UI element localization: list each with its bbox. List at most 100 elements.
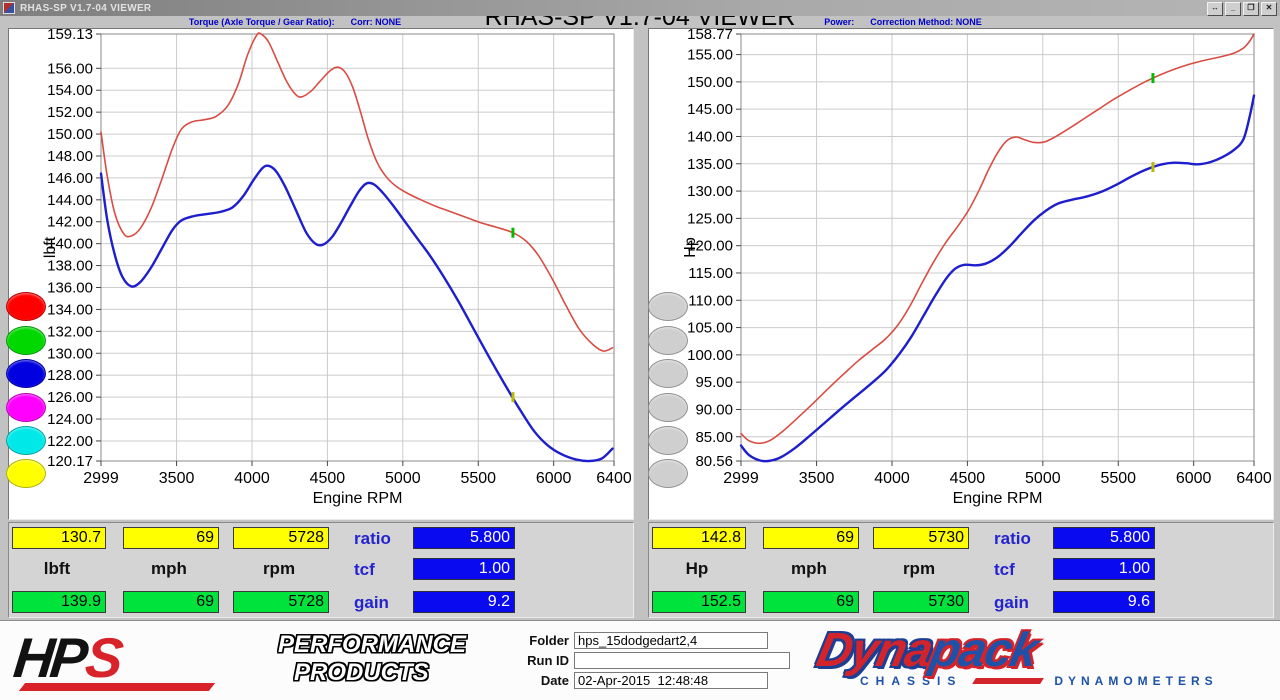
rpm-unit-label: rpm: [873, 558, 965, 580]
power-correction-label: Correction Method: NONE: [870, 17, 982, 27]
run-gray-button-5[interactable]: [648, 426, 688, 455]
date-input[interactable]: [574, 672, 768, 689]
run-id-input[interactable]: [574, 652, 790, 669]
x-axis-title: Engine RPM: [313, 490, 403, 507]
run-power-value: 152.5: [652, 591, 746, 613]
run-color-button-red[interactable]: [6, 292, 46, 321]
ratio-value: 5.800: [413, 527, 515, 549]
run-gray-button-3[interactable]: [648, 359, 688, 388]
svg-text:136.00: 136.00: [47, 280, 93, 297]
folder-input[interactable]: [574, 632, 768, 649]
gain-value: 9.2: [413, 591, 515, 613]
run-gray-button-6[interactable]: [648, 459, 688, 488]
svg-text:142.00: 142.00: [47, 214, 93, 231]
svg-text:144.00: 144.00: [47, 192, 93, 209]
svg-text:122.00: 122.00: [47, 433, 93, 450]
hps-logo-hp: HP: [11, 626, 87, 689]
run-mph-value: 69: [123, 591, 219, 613]
dynapack-logo-dyna: Dyna: [812, 624, 937, 677]
run-color-button-blue[interactable]: [6, 359, 46, 388]
torque-correction-label: Corr: NONE: [351, 17, 402, 27]
gain-label: gain: [994, 593, 1050, 613]
svg-text:6400: 6400: [1236, 470, 1271, 487]
svg-text:134.00: 134.00: [47, 301, 93, 318]
svg-text:105.00: 105.00: [687, 320, 733, 337]
svg-text:124.00: 124.00: [47, 411, 93, 428]
svg-text:6000: 6000: [536, 470, 572, 487]
svg-text:156.00: 156.00: [47, 60, 93, 77]
svg-text:6000: 6000: [1176, 470, 1212, 487]
run-color-button-magenta[interactable]: [6, 393, 46, 422]
cursor-rpm-value: 5730: [873, 527, 969, 549]
torque-chart-title: Torque (Axle Torque / Gear Ratio):: [189, 17, 335, 27]
run-gray-button-2[interactable]: [648, 326, 688, 355]
svg-text:154.00: 154.00: [47, 82, 93, 99]
svg-text:146.00: 146.00: [47, 170, 93, 187]
svg-text:5500: 5500: [460, 470, 496, 487]
svg-text:4500: 4500: [950, 470, 986, 487]
svg-text:130.00: 130.00: [47, 345, 93, 362]
svg-text:100.00: 100.00: [687, 347, 733, 364]
rpm-unit-label: rpm: [233, 558, 325, 580]
svg-text:5000: 5000: [385, 470, 421, 487]
window-titlebar[interactable]: RHAS-SP V1.7-04 VIEWER ↔ _ ❐ ✕: [0, 0, 1280, 16]
gain-value: 9.6: [1053, 591, 1155, 613]
svg-text:4000: 4000: [234, 470, 270, 487]
cursor-torque-value: 130.7: [12, 527, 106, 549]
run-id-label: Run ID: [497, 653, 569, 668]
ratio-label: ratio: [994, 529, 1050, 549]
torque-chart-header: Torque (Axle Torque / Gear Ratio): Corr: …: [140, 17, 450, 27]
run-gray-button-1[interactable]: [648, 292, 688, 321]
mph-unit-label: mph: [763, 558, 855, 580]
svg-text:145.00: 145.00: [687, 101, 733, 118]
run-gray-button-4[interactable]: [648, 393, 688, 422]
svg-text:128.00: 128.00: [47, 367, 93, 384]
run-color-button-green[interactable]: [6, 326, 46, 355]
torque-unit-label: lbft: [12, 558, 102, 580]
torque-plot[interactable]: 159.13156.00154.00152.00150.00148.00146.…: [9, 29, 631, 517]
torque-run-red: [101, 33, 612, 351]
svg-text:90.00: 90.00: [695, 401, 733, 418]
svg-text:148.00: 148.00: [47, 148, 93, 165]
svg-text:4000: 4000: [874, 470, 910, 487]
svg-text:4500: 4500: [310, 470, 346, 487]
ratio-value: 5.800: [1053, 527, 1155, 549]
svg-text:2999: 2999: [83, 470, 119, 487]
cursor-power-value: 142.8: [652, 527, 746, 549]
window-maximize-button[interactable]: ❐: [1243, 2, 1259, 16]
mph-unit-label: mph: [123, 558, 215, 580]
svg-text:150.00: 150.00: [47, 126, 93, 143]
ratio-label: ratio: [354, 529, 410, 549]
run-color-button-cyan[interactable]: [6, 426, 46, 455]
cursor-mph-value: 69: [123, 527, 219, 549]
run-color-button-yellow[interactable]: [6, 459, 46, 488]
run-rpm-value: 5730: [873, 591, 969, 613]
tcf-label: tcf: [354, 560, 410, 580]
power-unit-label: Hp: [652, 558, 742, 580]
power-run-blue: [741, 96, 1254, 462]
torque-readout-panel: 130.7 69 5728 ratio 5.800 lbft mph rpm t…: [8, 522, 634, 618]
app-icon: [3, 2, 15, 14]
hps-logo-swoosh: [19, 683, 215, 691]
svg-text:130.00: 130.00: [687, 183, 733, 200]
folder-label: Folder: [497, 633, 569, 648]
y-axis-title: lbft: [42, 236, 59, 258]
hps-logo-s: S: [82, 626, 126, 689]
date-label: Date: [497, 673, 569, 688]
svg-text:132.00: 132.00: [47, 323, 93, 340]
power-plot[interactable]: 158.77155.00150.00145.00140.00135.00130.…: [649, 29, 1271, 517]
run-info-fields: Folder Run ID Date: [497, 632, 790, 692]
svg-text:115.00: 115.00: [688, 265, 733, 282]
svg-text:5000: 5000: [1025, 470, 1061, 487]
torque-run-blue: [101, 166, 612, 461]
run-rpm-value: 5728: [233, 591, 329, 613]
window-minimize-button[interactable]: _: [1225, 2, 1241, 16]
power-chart-header: Power:Correction Method: NONE: [748, 17, 1058, 27]
svg-text:5500: 5500: [1100, 470, 1136, 487]
run-mph-value: 69: [763, 591, 859, 613]
hps-products-line: PRODUCTS: [294, 659, 466, 687]
y-axis-title: Hp: [682, 237, 699, 258]
window-close-button[interactable]: ✕: [1261, 2, 1277, 16]
window-resize-button[interactable]: ↔: [1207, 2, 1223, 16]
torque-chart-panel: 159.13156.00154.00152.00150.00148.00146.…: [8, 28, 634, 520]
